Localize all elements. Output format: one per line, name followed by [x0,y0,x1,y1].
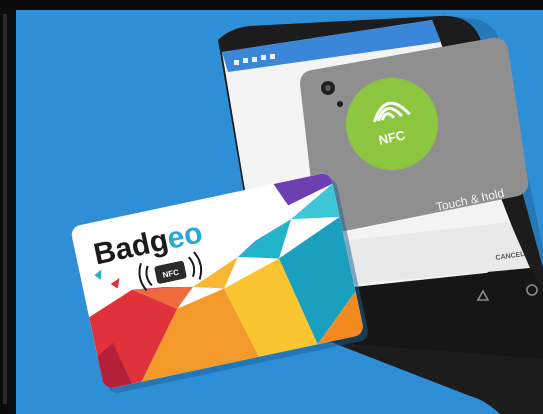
status-icon [261,55,266,60]
status-icon [270,54,275,59]
left-frame-line [3,14,7,404]
status-icon [243,58,248,63]
camera-inner-icon [325,85,331,91]
status-icon [252,57,257,62]
status-icon [234,60,239,65]
nfc-circle [346,78,438,170]
nfc-promo-scene: NFC Touch & hold CANCEL Badgeo NFC [0,0,543,414]
flash-icon [337,101,343,107]
